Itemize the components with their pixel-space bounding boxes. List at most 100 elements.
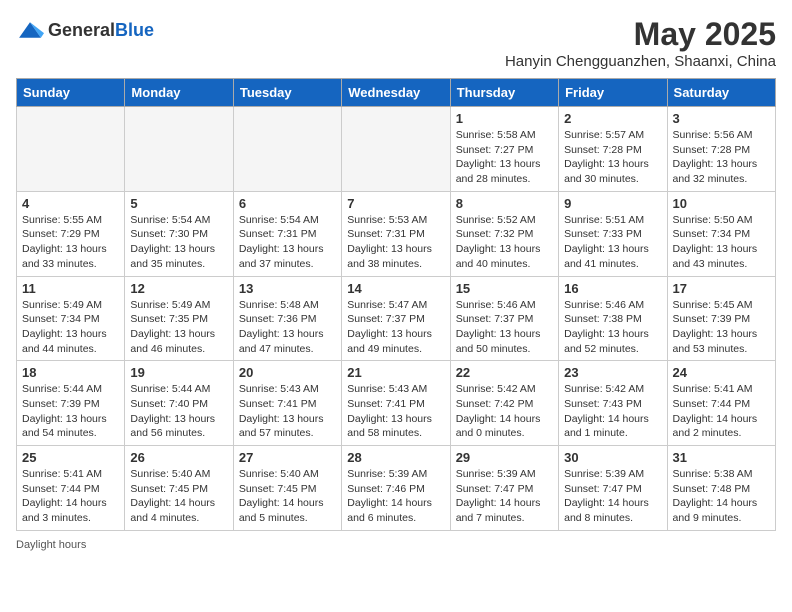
day-info: Sunrise: 5:54 AMSunset: 7:31 PMDaylight:… [239,213,336,272]
day-number: 22 [456,365,553,380]
calendar-day-cell: 9Sunrise: 5:51 AMSunset: 7:33 PMDaylight… [559,191,667,276]
day-number: 17 [673,281,770,296]
day-info: Sunrise: 5:55 AMSunset: 7:29 PMDaylight:… [22,213,119,272]
day-number: 3 [673,111,770,126]
logo-blue-text: Blue [115,20,154,40]
calendar-day-cell: 24Sunrise: 5:41 AMSunset: 7:44 PMDayligh… [667,361,775,446]
calendar-day-cell: 17 Sunrise: 5:45 AMSunset: 7:39 PMDayligh… [667,276,775,361]
day-number: 7 [347,196,444,211]
calendar-day-cell: 23 Sunrise: 5:42 AMSunset: 7:43 PMDayligh… [559,361,667,446]
weekday-header: Sunday [17,79,125,107]
calendar-day-cell: 22 Sunrise: 5:42 AMSunset: 7:42 PMDayligh… [450,361,558,446]
month-title: May 2025 [505,16,776,53]
day-info: Sunrise: 5:52 AMSunset: 7:32 PMDaylight:… [456,213,553,272]
day-number: 18 [22,365,119,380]
day-number: 27 [239,450,336,465]
day-number: 23 [564,365,661,380]
calendar-day-cell: 12 Sunrise: 5:49 AMSunset: 7:35 PMDayligh… [125,276,233,361]
weekday-header: Wednesday [342,79,450,107]
day-number: 10 [673,196,770,211]
day-info: Sunrise: 5:57 AMSunset: 7:28 PMDaylight:… [564,128,661,187]
day-number: 31 [673,450,770,465]
day-info: Sunrise: 5:39 AMSunset: 7:47 PMDaylight:… [564,467,661,526]
calendar-day-cell: 7Sunrise: 5:53 AMSunset: 7:31 PMDaylight… [342,191,450,276]
day-info: Sunrise: 5:49 AMSunset: 7:34 PMDaylight:… [22,298,119,357]
day-info: Sunrise: 5:46 AMSunset: 7:38 PMDaylight:… [564,298,661,357]
calendar-day-cell: 25Sunrise: 5:41 AMSunset: 7:44 PMDayligh… [17,446,125,531]
calendar-day-cell: 28 Sunrise: 5:39 AMSunset: 7:46 PMDayligh… [342,446,450,531]
calendar-day-cell: 29 Sunrise: 5:39 AMSunset: 7:47 PMDayligh… [450,446,558,531]
weekday-header: Tuesday [233,79,341,107]
calendar-table: SundayMondayTuesdayWednesdayThursdayFrid… [16,78,776,531]
day-info: Sunrise: 5:46 AMSunset: 7:37 PMDaylight:… [456,298,553,357]
calendar-day-cell [17,107,125,192]
day-info: Sunrise: 5:54 AMSunset: 7:30 PMDaylight:… [130,213,227,272]
calendar-day-cell: 18Sunrise: 5:44 AMSunset: 7:39 PMDayligh… [17,361,125,446]
day-number: 26 [130,450,227,465]
day-info: Sunrise: 5:38 AMSunset: 7:48 PMDaylight:… [673,467,770,526]
calendar-week-row: 4 Sunrise: 5:55 AMSunset: 7:29 PMDaylight… [17,191,776,276]
day-number: 2 [564,111,661,126]
calendar-week-row: 25Sunrise: 5:41 AMSunset: 7:44 PMDayligh… [17,446,776,531]
day-number: 4 [22,196,119,211]
calendar-day-cell: 2 Sunrise: 5:57 AMSunset: 7:28 PMDaylight… [559,107,667,192]
calendar-week-row: 18Sunrise: 5:44 AMSunset: 7:39 PMDayligh… [17,361,776,446]
day-info: Sunrise: 5:41 AMSunset: 7:44 PMDaylight:… [673,382,770,441]
day-info: Sunrise: 5:47 AMSunset: 7:37 PMDaylight:… [347,298,444,357]
day-number: 19 [130,365,227,380]
day-number: 21 [347,365,444,380]
day-number: 15 [456,281,553,296]
calendar-day-cell [233,107,341,192]
day-info: Sunrise: 5:40 AMSunset: 7:45 PMDaylight:… [239,467,336,526]
calendar-day-cell: 21 Sunrise: 5:43 AMSunset: 7:41 PMDayligh… [342,361,450,446]
day-number: 29 [456,450,553,465]
day-info: Sunrise: 5:39 AMSunset: 7:47 PMDaylight:… [456,467,553,526]
day-info: Sunrise: 5:41 AMSunset: 7:44 PMDaylight:… [22,467,119,526]
calendar-day-cell: 4 Sunrise: 5:55 AMSunset: 7:29 PMDaylight… [17,191,125,276]
calendar-day-cell: 15 Sunrise: 5:46 AMSunset: 7:37 PMDayligh… [450,276,558,361]
day-info: Sunrise: 5:42 AMSunset: 7:43 PMDaylight:… [564,382,661,441]
page-header: GeneralBlue May 2025 Hanyin Chengguanzhe… [16,16,776,70]
day-info: Sunrise: 5:39 AMSunset: 7:46 PMDaylight:… [347,467,444,526]
title-block: May 2025 Hanyin Chengguanzhen, Shaanxi, … [505,16,776,70]
calendar-week-row: 11 Sunrise: 5:49 AMSunset: 7:34 PMDayligh… [17,276,776,361]
day-number: 28 [347,450,444,465]
day-number: 30 [564,450,661,465]
calendar-day-cell: 30 Sunrise: 5:39 AMSunset: 7:47 PMDayligh… [559,446,667,531]
calendar-day-cell: 20Sunrise: 5:43 AMSunset: 7:41 PMDayligh… [233,361,341,446]
calendar-day-cell: 27 Sunrise: 5:40 AMSunset: 7:45 PMDayligh… [233,446,341,531]
calendar-day-cell: 8 Sunrise: 5:52 AMSunset: 7:32 PMDaylight… [450,191,558,276]
calendar-day-cell: 11 Sunrise: 5:49 AMSunset: 7:34 PMDayligh… [17,276,125,361]
weekday-header: Saturday [667,79,775,107]
day-info: Sunrise: 5:45 AMSunset: 7:39 PMDaylight:… [673,298,770,357]
calendar-day-cell: 13Sunrise: 5:48 AMSunset: 7:36 PMDayligh… [233,276,341,361]
calendar-day-cell: 14Sunrise: 5:47 AMSunset: 7:37 PMDayligh… [342,276,450,361]
weekday-header-row: SundayMondayTuesdayWednesdayThursdayFrid… [17,79,776,107]
day-number: 5 [130,196,227,211]
logo-icon [16,16,44,44]
calendar-day-cell: 26Sunrise: 5:40 AMSunset: 7:45 PMDayligh… [125,446,233,531]
calendar-day-cell [342,107,450,192]
weekday-header: Friday [559,79,667,107]
location-title: Hanyin Chengguanzhen, Shaanxi, China [505,53,776,70]
calendar-day-cell: 31 Sunrise: 5:38 AMSunset: 7:48 PMDayligh… [667,446,775,531]
day-number: 8 [456,196,553,211]
day-info: Sunrise: 5:49 AMSunset: 7:35 PMDaylight:… [130,298,227,357]
day-info: Sunrise: 5:51 AMSunset: 7:33 PMDaylight:… [564,213,661,272]
day-number: 12 [130,281,227,296]
day-info: Sunrise: 5:43 AMSunset: 7:41 PMDaylight:… [347,382,444,441]
footer-note: Daylight hours [16,539,776,551]
calendar-day-cell [125,107,233,192]
logo-general-text: General [48,20,115,40]
calendar-day-cell: 16 Sunrise: 5:46 AMSunset: 7:38 PMDayligh… [559,276,667,361]
day-info: Sunrise: 5:56 AMSunset: 7:28 PMDaylight:… [673,128,770,187]
day-number: 16 [564,281,661,296]
day-info: Sunrise: 5:42 AMSunset: 7:42 PMDaylight:… [456,382,553,441]
day-number: 1 [456,111,553,126]
calendar-week-row: 1Sunrise: 5:58 AMSunset: 7:27 PMDaylight… [17,107,776,192]
day-number: 11 [22,281,119,296]
calendar-day-cell: 1Sunrise: 5:58 AMSunset: 7:27 PMDaylight… [450,107,558,192]
day-info: Sunrise: 5:44 AMSunset: 7:40 PMDaylight:… [130,382,227,441]
calendar-day-cell: 10Sunrise: 5:50 AMSunset: 7:34 PMDayligh… [667,191,775,276]
day-number: 6 [239,196,336,211]
